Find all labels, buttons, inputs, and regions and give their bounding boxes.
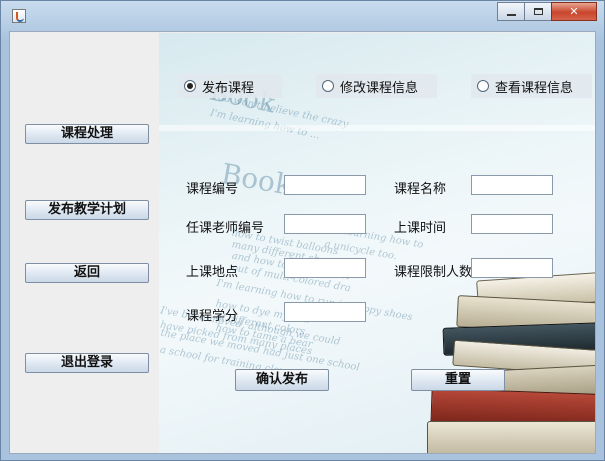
course-manage-button[interactable]: 课程处理 bbox=[25, 124, 149, 144]
app-window: ✕ 课程处理 发布教学计划 返回 退出登录 Book You won't bel… bbox=[0, 0, 605, 461]
watermark-line: have picked from many places bbox=[159, 319, 313, 358]
course-id-label: 课程编号 bbox=[186, 182, 239, 197]
back-button[interactable]: 返回 bbox=[25, 263, 149, 283]
window-controls: ✕ bbox=[497, 2, 597, 22]
class-time-label: 上课时间 bbox=[394, 221, 447, 236]
credits-label: 课程学分 bbox=[186, 309, 239, 324]
close-button[interactable]: ✕ bbox=[551, 2, 597, 21]
credits-input[interactable] bbox=[284, 302, 366, 322]
java-app-icon bbox=[12, 9, 26, 23]
maximize-button[interactable] bbox=[524, 2, 552, 21]
teacher-id-label: 任课老师编号 bbox=[186, 221, 265, 236]
watermark-line: how to tame a bear bbox=[214, 322, 314, 351]
class-time-input[interactable] bbox=[471, 214, 553, 234]
course-name-label: 课程名称 bbox=[394, 182, 447, 197]
capacity-label: 课程限制人数 bbox=[394, 265, 473, 280]
capacity-input[interactable] bbox=[471, 258, 553, 278]
logout-button[interactable]: 退出登录 bbox=[25, 353, 149, 373]
publish-plan-button[interactable]: 发布教学计划 bbox=[25, 200, 149, 220]
content-area: 课程处理 发布教学计划 返回 退出登录 Book You won't belie… bbox=[9, 31, 596, 454]
radio-unchecked-icon bbox=[322, 80, 334, 92]
radio-label: 修改课程信息 bbox=[340, 80, 419, 96]
course-name-input[interactable] bbox=[471, 175, 553, 195]
course-panel: Book You won't believe the crazy I'm lea… bbox=[159, 33, 595, 453]
divider bbox=[159, 125, 595, 131]
course-id-input[interactable] bbox=[284, 175, 366, 195]
radio-unchecked-icon bbox=[477, 80, 489, 92]
confirm-publish-button[interactable]: 确认发布 bbox=[235, 369, 329, 391]
location-label: 上课地点 bbox=[186, 265, 239, 280]
radio-checked-icon bbox=[184, 80, 196, 92]
teacher-id-input[interactable] bbox=[284, 214, 366, 234]
radio-label: 查看课程信息 bbox=[495, 80, 574, 96]
title-bar: ✕ bbox=[1, 1, 604, 29]
radio-label: 发布课程 bbox=[202, 80, 255, 96]
radio-publish-course[interactable]: 发布课程 bbox=[178, 74, 282, 98]
minimize-icon bbox=[506, 13, 516, 16]
minimize-button[interactable] bbox=[497, 2, 525, 21]
radio-modify-course[interactable]: 修改课程信息 bbox=[316, 74, 437, 98]
location-input[interactable] bbox=[284, 258, 366, 278]
watermark-line: the place we moved had just one school bbox=[159, 327, 361, 374]
radio-view-course[interactable]: 查看课程信息 bbox=[471, 74, 592, 98]
reset-button[interactable]: 重置 bbox=[411, 369, 505, 391]
close-icon: ✕ bbox=[569, 5, 579, 18]
maximize-icon bbox=[533, 8, 543, 15]
